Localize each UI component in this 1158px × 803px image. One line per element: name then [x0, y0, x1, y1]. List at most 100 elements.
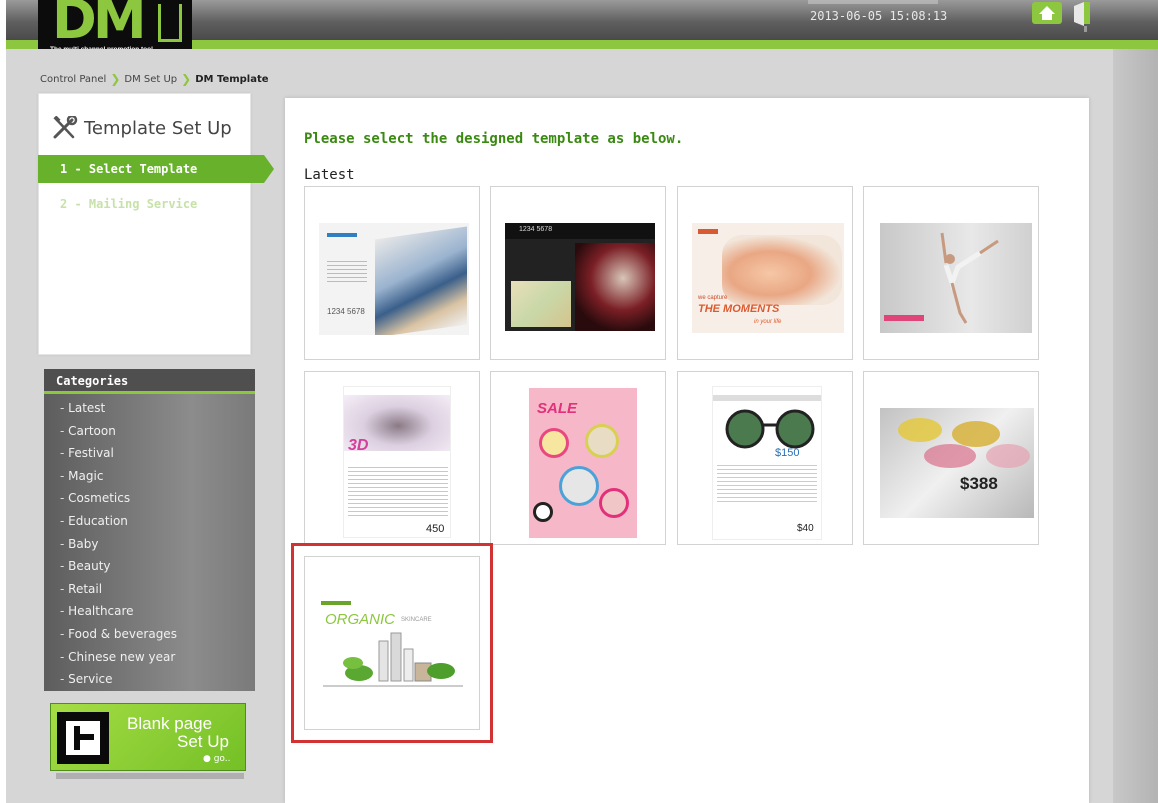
thumb-glasses-price: $150	[775, 447, 800, 459]
category-service[interactable]: Service	[60, 672, 177, 695]
categories-title: Categories	[56, 374, 129, 388]
thumb-baby-photo	[722, 235, 842, 305]
thumb-eyelash-3d: 3D	[348, 437, 369, 454]
template-card-books[interactable]: 1234 5678	[304, 186, 480, 360]
template-card-eyelash[interactable]: 3D 450	[304, 371, 480, 545]
template-thumb-organic: ORGANIC SKINCARE	[319, 593, 469, 697]
breadcrumb: Control Panel ❯ DM Set Up ❯ DM Template	[40, 72, 269, 86]
thumb-frames-price: $388	[960, 474, 998, 493]
template-thumb-sale: SALE	[529, 388, 637, 538]
blank-page-go-text: go..	[213, 754, 231, 764]
step-mailing-service[interactable]: 2 - Mailing Service	[60, 197, 197, 211]
thumb-sale-text: SALE	[537, 400, 578, 417]
current-datetime: 2013-06-05 15:08:13	[810, 9, 948, 23]
logout-door-icon	[1074, 2, 1090, 32]
template-thumb-ballet	[880, 223, 1032, 333]
category-cartoon[interactable]: Cartoon	[60, 424, 177, 447]
breadcrumb-chevron-icon: ❯	[181, 72, 192, 86]
blank-page-icon-sheet	[66, 721, 100, 755]
setup-title-text: Template Set Up	[84, 117, 232, 139]
setup-panel-title: Template Set Up	[52, 116, 232, 140]
blank-page-setup-button[interactable]: Blank page Set Up ● go..	[50, 703, 246, 771]
blank-page-label: Blank page	[127, 714, 213, 733]
breadcrumb-current: DM Template	[195, 73, 269, 85]
blank-page-setup-label: Set Up	[177, 732, 229, 751]
categories-header: Categories	[44, 369, 255, 391]
category-retail[interactable]: Retail	[60, 582, 177, 605]
category-education[interactable]: Education	[60, 514, 177, 537]
thumb-body-text	[348, 467, 448, 517]
user-info-faded	[808, 0, 938, 4]
home-button[interactable]	[1032, 2, 1062, 24]
thumb-sale-circle	[539, 428, 569, 458]
category-latest[interactable]: Latest	[60, 401, 177, 424]
blank-page-icon	[57, 712, 109, 764]
template-card-ballet[interactable]	[863, 186, 1039, 360]
thumb-logo-mark	[698, 229, 718, 234]
template-card-wine[interactable]: 1234 5678	[490, 186, 666, 360]
template-card-baby[interactable]: we capture THE MOMENTS in your life	[677, 186, 853, 360]
thumb-baby-we: we capture	[698, 295, 728, 301]
template-thumb-glasses: $150 $40	[712, 386, 822, 540]
breadcrumb-control-panel[interactable]: Control Panel	[40, 74, 106, 85]
thumb-glasses-photo	[725, 409, 815, 449]
thumb-sale-circle	[585, 424, 619, 458]
thumb-frames-photo	[898, 418, 1030, 468]
category-list: Latest Cartoon Festival Magic Cosmetics …	[60, 401, 177, 695]
template-thumb-eyelash: 3D 450	[343, 386, 451, 538]
step-active-arrow	[264, 155, 274, 183]
breadcrumb-dm-setup[interactable]: DM Set Up	[124, 74, 177, 85]
categories-panel: Categories Latest Cartoon Festival Magic…	[44, 369, 255, 691]
categories-accent-stripe	[44, 391, 255, 394]
category-festival[interactable]: Festival	[60, 446, 177, 469]
section-title-latest: Latest	[304, 167, 355, 183]
template-card-organic[interactable]: ORGANIC SKINCARE	[291, 543, 493, 743]
thumb-eyelash-price: 450	[426, 523, 445, 535]
template-thumb-books: 1234 5678	[319, 223, 469, 335]
blank-page-go-link[interactable]: ● go..	[203, 754, 231, 764]
thumb-body-text	[717, 465, 817, 505]
category-beauty[interactable]: Beauty	[60, 559, 177, 582]
thumb-sale-panda	[533, 502, 553, 522]
home-icon	[1039, 6, 1055, 20]
category-food-beverages[interactable]: Food & beverages	[60, 627, 177, 650]
tools-icon	[53, 116, 78, 139]
thumb-wine-photo	[575, 243, 655, 331]
thumb-wine-map	[511, 281, 571, 327]
template-card-glasses[interactable]: $150 $40	[677, 371, 853, 545]
step-select-template-label: 1 - Select Template	[60, 162, 198, 176]
thumb-body-text	[327, 261, 367, 283]
template-card-sale[interactable]: SALE	[490, 371, 666, 545]
category-magic[interactable]: Magic	[60, 469, 177, 492]
thumb-baby-main: THE MOMENTS	[698, 303, 780, 315]
category-cosmetics[interactable]: Cosmetics	[60, 491, 177, 514]
breadcrumb-chevron-icon: ❯	[110, 72, 121, 86]
step-select-template[interactable]: 1 - Select Template	[38, 155, 274, 183]
template-card-frames[interactable]: $388	[863, 371, 1039, 545]
logout-button[interactable]	[1070, 2, 1096, 32]
category-healthcare[interactable]: Healthcare	[60, 604, 177, 627]
template-thumb-frames: $388	[880, 408, 1034, 518]
thumb-wine-phone: 1234 5678	[519, 226, 553, 233]
template-thumb-baby: we capture THE MOMENTS in your life	[692, 223, 844, 333]
thumb-sale-circle	[599, 488, 629, 518]
logo-side-mark	[158, 4, 182, 42]
thumb-logo-mark	[327, 233, 357, 237]
category-baby[interactable]: Baby	[60, 537, 177, 560]
thumb-organic-title: ORGANIC	[325, 611, 396, 628]
thumb-logo-mark	[321, 601, 351, 605]
thumb-books-phone: 1234 5678	[327, 307, 365, 316]
thumb-glasses-small-price: $40	[797, 523, 814, 534]
blank-page-icon-bar	[80, 734, 94, 740]
thumb-organic-products	[323, 632, 463, 687]
thumb-header-strip	[713, 395, 821, 401]
thumb-books-photo	[375, 226, 467, 335]
category-chinese-new-year[interactable]: Chinese new year	[60, 650, 177, 673]
thumb-baby-sub: in your life	[754, 319, 782, 325]
thumb-organic-skincare: SKINCARE	[401, 617, 432, 623]
blank-page-shadow	[56, 773, 244, 779]
right-gutter	[1113, 49, 1158, 803]
instruction-text: Please select the designed template as b…	[304, 131, 684, 147]
logo-text: DM	[52, 0, 147, 51]
thumb-logo-mark	[884, 315, 924, 321]
